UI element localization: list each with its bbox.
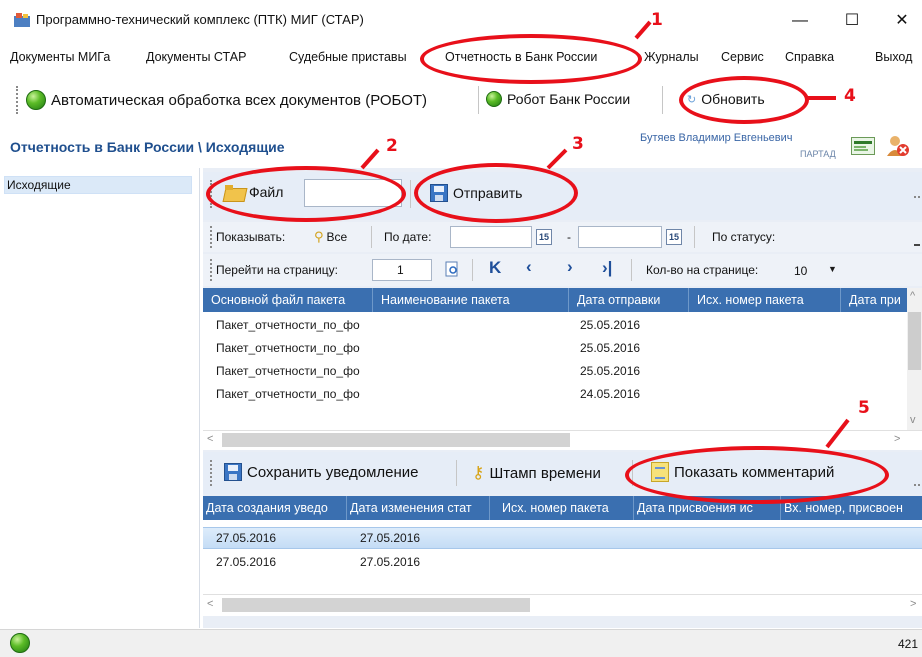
annotation-number: 5 [858, 398, 870, 418]
annotation-arrow [825, 418, 850, 449]
annotation-number: 4 [844, 86, 856, 106]
annotation-arrow [546, 148, 568, 170]
annotation-number: 3 [572, 134, 584, 154]
annotation-number: 2 [386, 136, 398, 156]
annotation-arrow [634, 20, 652, 40]
annotation-number: 1 [651, 10, 663, 30]
annotation-arrows [360, 20, 850, 449]
annotation-arrow [360, 148, 380, 170]
